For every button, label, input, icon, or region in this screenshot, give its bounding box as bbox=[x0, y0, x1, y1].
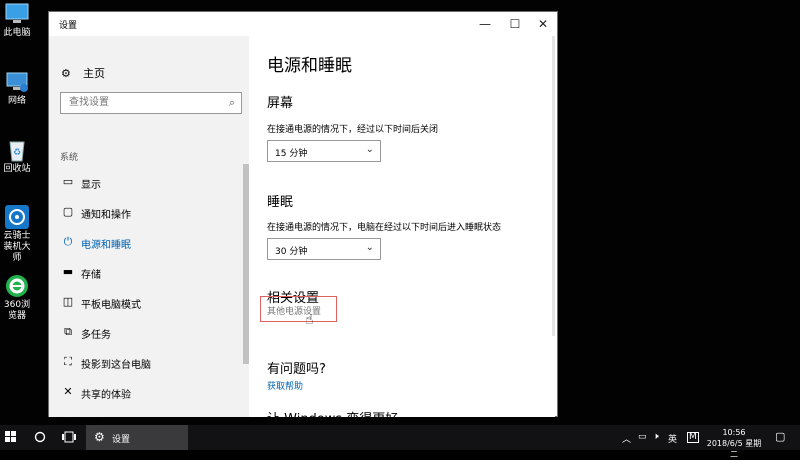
sidebar-item-storage[interactable]: ▬ 存储 bbox=[49, 257, 244, 287]
desktop: 此电脑 网络 ♻ 回收站 云骑士装机大师 360浏览器 设置 — ☐ ✕ ⚙ 主… bbox=[0, 0, 800, 431]
desktop-icon-yunqishi[interactable]: 云骑士装机大师 bbox=[0, 205, 34, 264]
taskbar-app-label: 设置 bbox=[112, 435, 131, 445]
sidebar-item-label: 电源和睡眠 bbox=[81, 240, 131, 251]
storage-icon: ▬ bbox=[62, 265, 74, 278]
sidebar-item-notifications[interactable]: ▢ 通知和操作 bbox=[49, 197, 244, 227]
sidebar-item-tablet-mode[interactable]: ◫ 平板电脑模式 bbox=[49, 287, 244, 317]
sidebar-home[interactable]: ⚙ 主页 bbox=[61, 65, 105, 81]
desktop-icon-recycle-bin[interactable]: ♻ 回收站 bbox=[0, 138, 34, 175]
sleep-timeout-dropdown[interactable]: 30 分钟 ⌄ bbox=[267, 238, 381, 260]
task-view-button[interactable] bbox=[58, 425, 80, 450]
gear-icon: ⚙ bbox=[61, 67, 71, 80]
chevron-down-icon: ⌄ bbox=[365, 144, 374, 155]
clock-date: 2018/6/5 星期二 bbox=[706, 439, 762, 459]
clock-time: 10:56 bbox=[722, 428, 746, 437]
sleep-heading: 睡眠 bbox=[267, 195, 294, 210]
sidebar-item-label: 共享的体验 bbox=[81, 390, 131, 401]
ime-language[interactable]: 英 bbox=[668, 432, 677, 445]
chevron-down-icon: ⌄ bbox=[365, 242, 374, 253]
ime-mode[interactable]: M bbox=[687, 432, 699, 443]
computer-icon bbox=[4, 2, 30, 26]
cortana-button[interactable] bbox=[30, 425, 50, 450]
share-icon: ✕ bbox=[63, 385, 73, 398]
window-title: 设置 bbox=[59, 21, 78, 31]
screen-heading: 屏幕 bbox=[267, 96, 294, 111]
desktop-icon-label: 云骑士装机大师 bbox=[3, 231, 31, 263]
sleep-description: 在接通电源的情况下，电脑在经过以下时间后进入睡眠状态 bbox=[267, 223, 502, 233]
network-tray-icon[interactable]: ▭ bbox=[638, 432, 647, 442]
screen-timeout-dropdown[interactable]: 15 分钟 ⌄ bbox=[267, 140, 381, 162]
section-label-system: 系统 bbox=[60, 153, 79, 163]
sidebar-item-label: 显示 bbox=[81, 180, 101, 191]
desktop-icon-label: 网络 bbox=[7, 96, 26, 106]
help-heading: 有问题吗? bbox=[267, 362, 326, 377]
start-button[interactable] bbox=[0, 425, 22, 450]
sidebar-item-projecting[interactable]: ⛶ 投影到这台电脑 bbox=[49, 347, 244, 377]
sidebar-item-multitasking[interactable]: ⧉ 多任务 bbox=[49, 317, 244, 347]
volume-mute-icon[interactable]: 🕨 bbox=[653, 432, 659, 442]
cortana-icon bbox=[34, 431, 46, 443]
hand-cursor-icon: ☝ bbox=[305, 312, 314, 328]
sidebar-item-label: 多任务 bbox=[81, 330, 111, 341]
search-input[interactable] bbox=[67, 96, 221, 109]
desktop-icon-network[interactable]: 网络 bbox=[0, 70, 34, 107]
dropdown-value: 30 分钟 bbox=[275, 247, 308, 257]
action-center-icon[interactable]: ▢ bbox=[775, 430, 785, 443]
page-title: 电源和睡眠 bbox=[267, 56, 352, 76]
browser-360-icon bbox=[4, 274, 30, 298]
minimize-button[interactable]: — bbox=[469, 12, 501, 36]
desktop-icon-360-browser[interactable]: 360浏览器 bbox=[0, 274, 34, 322]
get-help-link[interactable]: 获取帮助 bbox=[267, 379, 303, 392]
main-content: 电源和睡眠 屏幕 在接通电源的情况下，经过以下时间后关闭 15 分钟 ⌄ 睡眠 … bbox=[249, 36, 555, 417]
recycle-bin-icon: ♻ bbox=[4, 138, 30, 162]
desktop-icon-this-pc[interactable]: 此电脑 bbox=[0, 2, 34, 39]
settings-window: 设置 — ☐ ✕ ⚙ 主页 ⌕ 系统 ▭ 显示 ▢ 通知和操作 ⏻ bbox=[48, 11, 558, 431]
chevron-up-icon[interactable]: ︿ bbox=[622, 432, 631, 445]
title-bar[interactable]: 设置 — ☐ ✕ bbox=[49, 12, 557, 36]
sidebar-item-power-sleep[interactable]: ⏻ 电源和睡眠 bbox=[49, 227, 244, 257]
tablet-icon: ◫ bbox=[62, 295, 74, 308]
task-view-icon bbox=[62, 431, 76, 443]
home-label: 主页 bbox=[83, 67, 105, 80]
network-icon bbox=[4, 70, 30, 94]
desktop-icon-label: 360浏览器 bbox=[3, 300, 31, 321]
main-scrollbar[interactable] bbox=[552, 36, 555, 336]
dropdown-value: 15 分钟 bbox=[275, 149, 308, 159]
sidebar-item-label: 存储 bbox=[81, 270, 101, 281]
sidebar-item-shared-experiences[interactable]: ✕ 共享的体验 bbox=[49, 377, 244, 407]
sidebar-item-label: 平板电脑模式 bbox=[81, 300, 141, 311]
cutoff-heading: 让 Windows 变得更好 bbox=[267, 408, 398, 417]
search-icon[interactable]: ⌕ bbox=[229, 96, 235, 110]
screen-description: 在接通电源的情况下，经过以下时间后关闭 bbox=[267, 125, 439, 135]
taskbar: ⚙ 设置 ︿ ▭ 🕨 英 M 10:56 2018/6/5 星期二 ▢ bbox=[0, 425, 800, 459]
notification-icon: ▢ bbox=[62, 205, 74, 218]
gear-icon: ⚙ bbox=[94, 430, 105, 444]
sidebar: ⚙ 主页 ⌕ 系统 ▭ 显示 ▢ 通知和操作 ⏻ 电源和睡眠 ▬ 存储 bbox=[49, 36, 249, 431]
multitask-icon: ⧉ bbox=[64, 325, 72, 338]
close-button[interactable]: ✕ bbox=[527, 12, 559, 36]
taskbar-app-settings[interactable]: ⚙ 设置 bbox=[86, 425, 188, 450]
desktop-icon-label: 此电脑 bbox=[3, 28, 31, 38]
desktop-icon-label: 回收站 bbox=[3, 164, 31, 174]
project-icon: ⛶ bbox=[64, 355, 72, 368]
sidebar-item-label: 投影到这台电脑 bbox=[81, 360, 151, 371]
sidebar-item-display[interactable]: ▭ 显示 bbox=[49, 167, 244, 197]
windows-icon bbox=[5, 431, 16, 442]
monitor-icon: ▭ bbox=[62, 175, 74, 188]
yunqishi-icon bbox=[4, 205, 30, 229]
sidebar-item-label: 通知和操作 bbox=[81, 210, 131, 221]
svg-text:♻: ♻ bbox=[13, 148, 21, 158]
search-box[interactable]: ⌕ bbox=[60, 92, 242, 114]
power-icon: ⏻ bbox=[63, 235, 73, 248]
system-clock[interactable]: 10:56 2018/6/5 星期二 bbox=[703, 427, 765, 460]
